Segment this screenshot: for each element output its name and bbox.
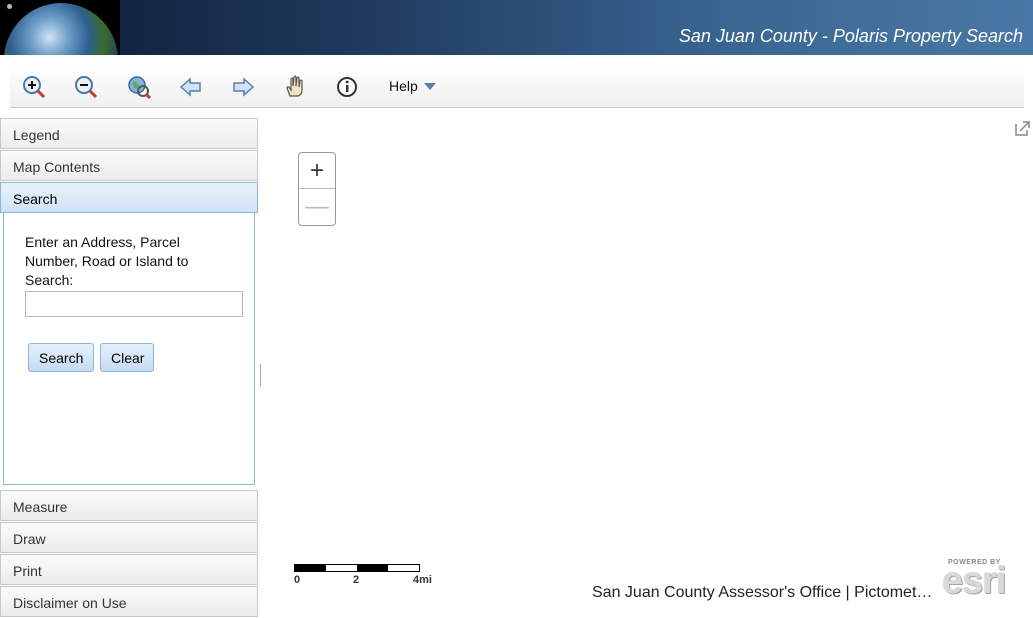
clear-button[interactable]: Clear (100, 343, 154, 372)
esri-logo: esri POWERED BY (942, 559, 1018, 601)
map-zoom-out-button[interactable]: — (299, 189, 335, 225)
map-toolbar: Help (10, 66, 1024, 108)
panel-legend[interactable]: Legend (0, 118, 258, 149)
full-extent-icon[interactable] (125, 73, 153, 101)
panel-disclaimer[interactable]: Disclaimer on Use (0, 586, 258, 617)
scalebar: 0 2 4mi (294, 564, 434, 588)
scalebar-label-0: 0 (294, 574, 301, 586)
zoom-in-icon[interactable] (20, 73, 48, 101)
esri-wordmark: esri (942, 560, 1007, 602)
search-panel-body: Enter an Address, Parcel Number, Road or… (3, 212, 255, 485)
earth-image (4, 3, 118, 55)
search-prompt: Enter an Address, Parcel Number, Road or… (25, 234, 189, 288)
zoom-out-icon[interactable] (72, 73, 100, 101)
panel-print[interactable]: Print (0, 554, 258, 585)
panel-map-contents[interactable]: Map Contents (0, 150, 258, 181)
search-button[interactable]: Search (28, 343, 94, 372)
help-menu[interactable]: Help (389, 78, 436, 94)
app-title: San Juan County - Polaris Property Searc… (678, 26, 1023, 46)
map-canvas[interactable] (262, 110, 1033, 618)
map-zoom-control: + — (298, 152, 336, 226)
panel-search[interactable]: Search (0, 182, 258, 213)
esri-powered-by: POWERED BY (948, 559, 1001, 566)
moon-dot (7, 4, 12, 9)
scalebar-graphic (294, 564, 420, 572)
chevron-down-icon (423, 82, 436, 90)
app-header: San Juan County - Polaris Property Searc… (0, 0, 1033, 55)
map-attribution: San Juan County Assessor's Office | Pict… (592, 584, 933, 601)
expand-icon[interactable] (1014, 119, 1032, 137)
globe-logo (0, 0, 120, 55)
previous-extent-icon[interactable] (177, 73, 205, 101)
panel-draw[interactable]: Draw (0, 522, 258, 553)
scalebar-label-4mi: 4mi (413, 574, 432, 586)
panel-measure[interactable]: Measure (0, 490, 258, 521)
map-zoom-in-button[interactable]: + (299, 153, 335, 189)
identify-icon[interactable] (333, 73, 361, 101)
help-label: Help (389, 78, 418, 94)
scalebar-label-2: 2 (353, 574, 360, 586)
pan-icon[interactable] (281, 73, 309, 101)
search-input[interactable] (25, 291, 243, 317)
next-extent-icon[interactable] (229, 73, 257, 101)
